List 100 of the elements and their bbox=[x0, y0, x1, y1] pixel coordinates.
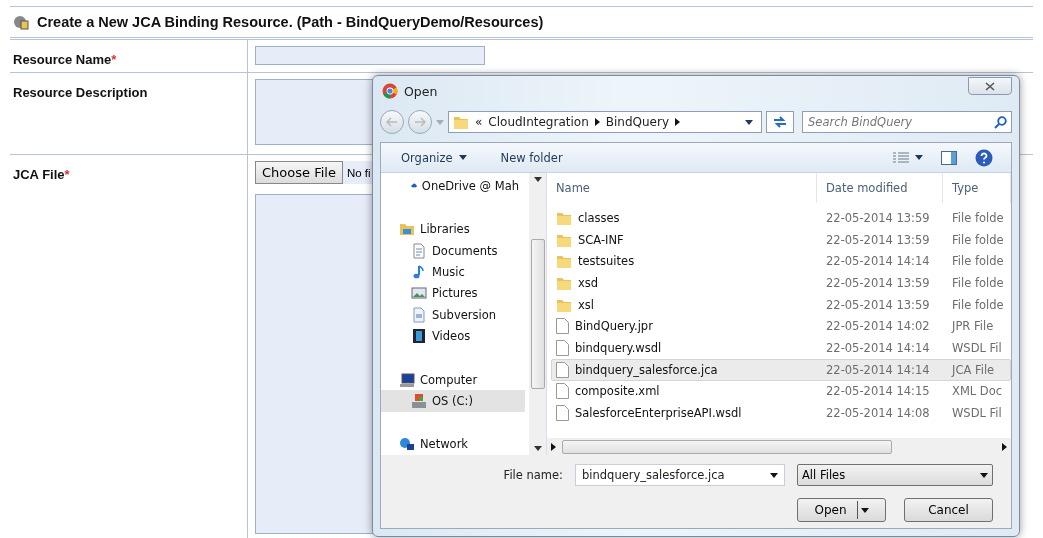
nav-item[interactable]: Videos bbox=[381, 325, 525, 347]
help-button[interactable] bbox=[975, 148, 993, 167]
folder-icon bbox=[556, 210, 572, 225]
search-field[interactable]: Search BindQuery bbox=[802, 111, 1012, 133]
file-row[interactable]: bindquery.wsdl 22-05-2014 14:14 WSDL Fil bbox=[551, 337, 1011, 359]
file-row[interactable]: composite.xml 22-05-2014 14:15 XML Doc bbox=[551, 380, 1011, 403]
folder-icon bbox=[453, 115, 469, 129]
forward-arrow-icon bbox=[414, 117, 426, 127]
caret-icon bbox=[533, 177, 542, 182]
organize-menu[interactable]: Organize bbox=[399, 148, 469, 167]
music-note-icon bbox=[411, 263, 427, 280]
date-modified: 22-05-2014 13:59 bbox=[825, 232, 931, 247]
file-row[interactable]: xsd 22-05-2014 13:59 File folde bbox=[551, 272, 1011, 294]
caret-icon bbox=[533, 446, 542, 451]
file-name: xsd bbox=[578, 275, 599, 290]
nav-item[interactable]: Computer bbox=[381, 368, 525, 391]
caret-icon bbox=[915, 155, 923, 160]
column-header[interactable]: Type bbox=[943, 173, 1011, 203]
nav-item[interactable]: Documents bbox=[381, 239, 525, 262]
film-icon bbox=[411, 328, 427, 345]
file-row[interactable]: BindQuery.jpr 22-05-2014 14:02 JPR File bbox=[551, 315, 1011, 338]
file-row[interactable]: xsl 22-05-2014 13:59 File folde bbox=[551, 293, 1011, 316]
file-name: testsuites bbox=[578, 254, 635, 269]
preview-pane-button[interactable] bbox=[941, 150, 957, 165]
overflow-chevron[interactable]: « bbox=[475, 115, 483, 129]
open-button[interactable]: Open bbox=[797, 498, 886, 522]
file-type-select[interactable]: All Files bbox=[797, 464, 993, 486]
address-bar[interactable]: « CloudIntegration BindQuery bbox=[448, 111, 762, 133]
file-icon bbox=[556, 361, 569, 378]
file-icon bbox=[556, 405, 569, 422]
date-modified: 22-05-2014 14:15 bbox=[825, 384, 931, 399]
chevron-icon bbox=[675, 118, 680, 126]
nav-item[interactable]: Music bbox=[381, 261, 525, 283]
file-status: No fi bbox=[346, 166, 371, 179]
file-type: WSDL Fil bbox=[951, 340, 1003, 355]
search-icon bbox=[994, 116, 1007, 129]
nav-item[interactable]: Libraries bbox=[381, 218, 525, 240]
file-row[interactable]: bindquery_salesforce.jca 22-05-2014 14:14 JCA File bbox=[551, 358, 1011, 381]
caret-icon bbox=[436, 119, 444, 125]
file-name: SCA-INF bbox=[578, 232, 624, 247]
new-folder-button[interactable]: New folder bbox=[498, 148, 565, 167]
view-menu-button[interactable] bbox=[893, 151, 923, 164]
refresh-button[interactable] bbox=[766, 111, 794, 133]
help-icon bbox=[975, 148, 993, 167]
vertical-scrollbar[interactable] bbox=[529, 173, 546, 455]
list-view-icon bbox=[893, 151, 909, 164]
preview-pane-icon bbox=[941, 150, 957, 165]
file-type: JCA File bbox=[950, 362, 996, 377]
file-icon bbox=[556, 339, 569, 356]
caret-icon bbox=[770, 472, 778, 478]
input-field[interactable] bbox=[255, 46, 485, 65]
file-row[interactable]: SCA-INF 22-05-2014 13:59 File folde bbox=[551, 228, 1011, 251]
cancel-button[interactable]: Cancel bbox=[904, 498, 993, 522]
nav-item[interactable]: Pictures bbox=[381, 282, 525, 305]
dialog-title: Open bbox=[404, 83, 439, 99]
column-header[interactable]: Date modified bbox=[817, 173, 943, 203]
folder-icon bbox=[556, 275, 572, 290]
file-name-field[interactable]: bindquery_salesforce.jca bbox=[575, 464, 785, 486]
breadcrumb[interactable]: BindQuery bbox=[605, 115, 669, 129]
caret-icon bbox=[860, 507, 869, 513]
resource-icon bbox=[13, 14, 29, 30]
field-label: JCA File* bbox=[13, 167, 70, 182]
document-icon bbox=[411, 242, 427, 259]
file-row[interactable]: SalesforceEnterpriseAPI.wsdl 22-05-2014 14:08 WSDL Fil bbox=[551, 402, 1011, 424]
field-label: Resource Description bbox=[13, 85, 148, 100]
file-row[interactable]: classes 22-05-2014 13:59 File folde bbox=[551, 207, 1011, 229]
file-name: xsl bbox=[578, 297, 594, 312]
caret-icon bbox=[745, 119, 753, 125]
file-icon bbox=[556, 383, 569, 400]
file-type: File folde bbox=[951, 210, 1005, 225]
refresh-icon bbox=[772, 116, 788, 128]
close-button[interactable] bbox=[968, 77, 1012, 95]
file-name: SalesforceEnterpriseAPI.wsdl bbox=[575, 406, 742, 421]
folder-icon bbox=[556, 232, 572, 247]
file-type: XML Doc bbox=[951, 384, 1004, 399]
folder-icon bbox=[556, 297, 572, 312]
column-header[interactable]: Name bbox=[547, 173, 817, 203]
choose-file-button[interactable]: Choose File bbox=[255, 161, 343, 184]
file-name: classes bbox=[578, 210, 620, 225]
file-name: bindquery.wsdl bbox=[575, 340, 662, 355]
nav-item[interactable]: OneDrive @ Mah bbox=[381, 175, 525, 197]
library-folder-icon bbox=[399, 221, 415, 238]
horizontal-scrollbar[interactable] bbox=[547, 438, 1011, 455]
nav-item[interactable]: OS (C:) bbox=[381, 390, 525, 412]
folder-icon bbox=[556, 254, 572, 269]
date-modified: 22-05-2014 14:14 bbox=[825, 254, 931, 269]
file-type: File folde bbox=[951, 275, 1005, 290]
file-row[interactable]: testsuites 22-05-2014 14:14 File folde bbox=[551, 250, 1011, 273]
close-icon bbox=[985, 81, 995, 91]
field-label: Resource Name* bbox=[13, 52, 117, 67]
nav-item[interactable]: Network bbox=[381, 433, 525, 456]
date-modified: 22-05-2014 14:02 bbox=[825, 319, 931, 334]
browser-logo-icon bbox=[382, 83, 398, 99]
page-title: Create a New JCA Binding Resource. (Path - BindQueryDemo/Resources) bbox=[37, 14, 544, 30]
file-icon bbox=[556, 318, 569, 335]
back-arrow-icon bbox=[386, 117, 398, 127]
nav-item[interactable]: Subversion bbox=[381, 304, 525, 326]
breadcrumb[interactable]: CloudIntegration bbox=[488, 115, 589, 129]
file-name-label: File name: bbox=[503, 468, 563, 482]
date-modified: 22-05-2014 14:08 bbox=[825, 406, 931, 421]
